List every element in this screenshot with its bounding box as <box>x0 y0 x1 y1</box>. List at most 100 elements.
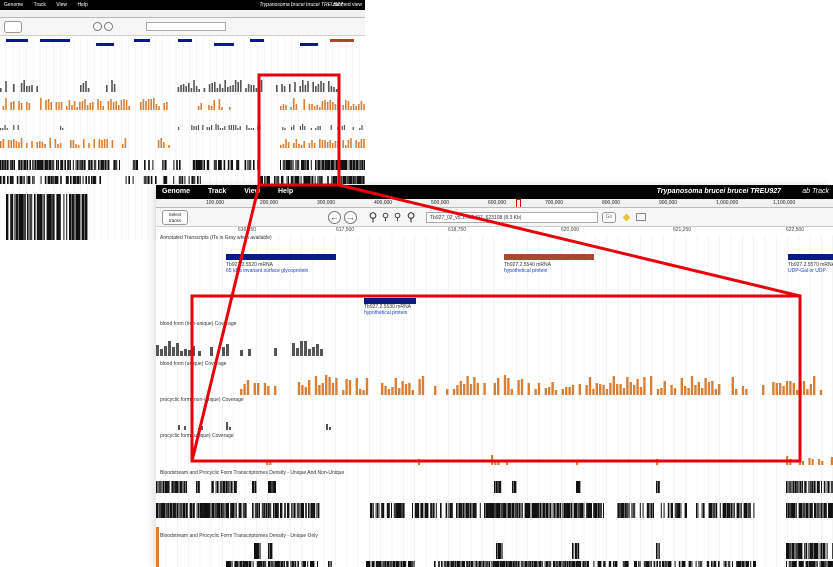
density-mark <box>576 543 578 559</box>
density-mark <box>242 561 245 567</box>
coverage-bar <box>103 139 106 148</box>
density-mark <box>68 160 70 170</box>
track-label-procyclic-unique[interactable]: procyclic form (unique) Coverage <box>160 433 234 439</box>
density-mark <box>341 176 343 184</box>
density-mark <box>314 176 316 184</box>
density-mark <box>488 561 491 567</box>
coverage-bar <box>221 88 224 92</box>
density-mark <box>155 176 157 184</box>
density-mark <box>202 503 204 518</box>
overview-pan-right-icon[interactable] <box>104 22 113 31</box>
coverage-bar <box>70 140 72 148</box>
coverage-bar <box>47 99 50 110</box>
density-mark <box>558 503 560 518</box>
coverage-bar <box>263 383 267 395</box>
overview-pan-left-icon[interactable] <box>93 22 102 31</box>
zoom-out-icon[interactable]: ⚲ <box>366 210 380 224</box>
density-mark <box>523 561 525 567</box>
detail-tick: 617,500 <box>336 227 355 233</box>
density-mark <box>27 194 28 240</box>
go-button[interactable]: Go <box>602 212 616 223</box>
menu-help[interactable]: Help <box>278 185 293 199</box>
density-mark <box>64 160 66 170</box>
density-mark <box>729 503 731 518</box>
density-mark <box>533 503 535 518</box>
select-tracks-button[interactable]: Select tracks <box>162 210 188 225</box>
density-mark <box>583 503 585 518</box>
density-mark <box>485 561 487 567</box>
track-label-procyclic-nonunique[interactable]: procyclic form (non-unique) Coverage <box>160 397 244 403</box>
density-mark <box>22 160 24 170</box>
density-mark <box>39 160 41 170</box>
coverage-bar <box>408 383 411 395</box>
coverage-bar <box>772 382 775 395</box>
density-mark <box>566 503 569 518</box>
track-label-blood-nonunique[interactable]: blood form (non-unique) Coverage <box>160 321 236 327</box>
coverage-bar <box>326 142 329 148</box>
density-mark <box>259 561 262 567</box>
overview-menu-genome[interactable]: Genome <box>4 0 23 10</box>
overview-menu-track[interactable]: Track <box>34 0 46 10</box>
menu-view[interactable]: View <box>244 185 260 199</box>
coverage-bar <box>36 142 38 148</box>
menu-track[interactable]: Track <box>208 185 226 199</box>
density-mark <box>326 160 328 170</box>
overview-location-input[interactable] <box>146 22 226 31</box>
density-mark <box>268 481 270 493</box>
density-mark <box>828 481 830 493</box>
density-mark <box>645 561 647 567</box>
density-mark <box>297 176 300 184</box>
density-mark <box>344 160 346 170</box>
highlight-icon[interactable] <box>622 213 631 222</box>
zoom-out-small-icon[interactable]: ⚲ <box>380 211 391 224</box>
density-mark <box>535 503 538 518</box>
density-mark <box>449 503 452 518</box>
density-mark <box>32 176 34 184</box>
location-input[interactable]: Tb927_02_v5.1:615407..623108 (8.3 Kb) <box>426 212 598 223</box>
zoom-in-icon[interactable]: ⚲ <box>404 210 418 224</box>
track-label-density-unique[interactable]: Bloodstream and Procyclic Form Transcrip… <box>160 533 318 539</box>
density-mark <box>77 160 78 170</box>
overview-menu-view[interactable]: View <box>56 0 67 10</box>
density-mark <box>26 176 28 184</box>
density-mark <box>268 543 269 559</box>
coverage-bar <box>107 101 110 110</box>
density-mark <box>448 503 450 518</box>
coverage-bar <box>714 389 717 395</box>
density-mark <box>228 561 231 567</box>
coverage-bar <box>60 126 62 130</box>
overview-ruler[interactable]: 100,000 200,000 300,000 400,000 500,000 … <box>156 199 833 208</box>
density-mark <box>191 176 193 184</box>
pan-left-icon[interactable]: ← <box>328 211 341 224</box>
density-mark <box>684 561 686 567</box>
coverage-bar <box>670 385 673 395</box>
density-mark <box>485 503 487 518</box>
overview-menu-help[interactable]: Help <box>77 0 87 10</box>
overview-select-tracks-button[interactable] <box>4 21 22 33</box>
density-mark <box>538 503 540 518</box>
menu-genome[interactable]: Genome <box>162 185 190 199</box>
density-mark <box>148 176 150 184</box>
coverage-bar <box>158 106 160 110</box>
density-mark <box>797 543 799 559</box>
track-label-transcripts[interactable]: Annotated Transcripts (ITs in Gray when … <box>160 235 272 241</box>
track-label-blood-unique[interactable]: blood form (unique) Coverage <box>160 361 226 367</box>
density-mark <box>798 543 801 559</box>
zoom-in-small-icon[interactable]: ⚲ <box>392 211 403 224</box>
bookmark-icon[interactable] <box>636 213 646 221</box>
density-mark <box>541 503 543 518</box>
coverage-bar <box>18 101 20 110</box>
ruler-tick: 800,000 <box>602 200 621 206</box>
coverage-bar <box>334 104 337 110</box>
current-region-marker[interactable] <box>516 199 521 207</box>
track-label-density-all[interactable]: Bloodstream and Procyclic Form Transcrip… <box>160 470 344 476</box>
overview-ruler[interactable] <box>0 10 365 18</box>
coverage-bar <box>269 461 272 465</box>
density-mark <box>156 481 157 493</box>
density-mark <box>304 176 307 184</box>
density-mark <box>39 194 42 240</box>
coverage-bar <box>191 125 193 130</box>
density-mark <box>304 561 306 567</box>
coverage-bar <box>308 349 311 356</box>
pan-right-icon[interactable]: → <box>344 211 357 224</box>
